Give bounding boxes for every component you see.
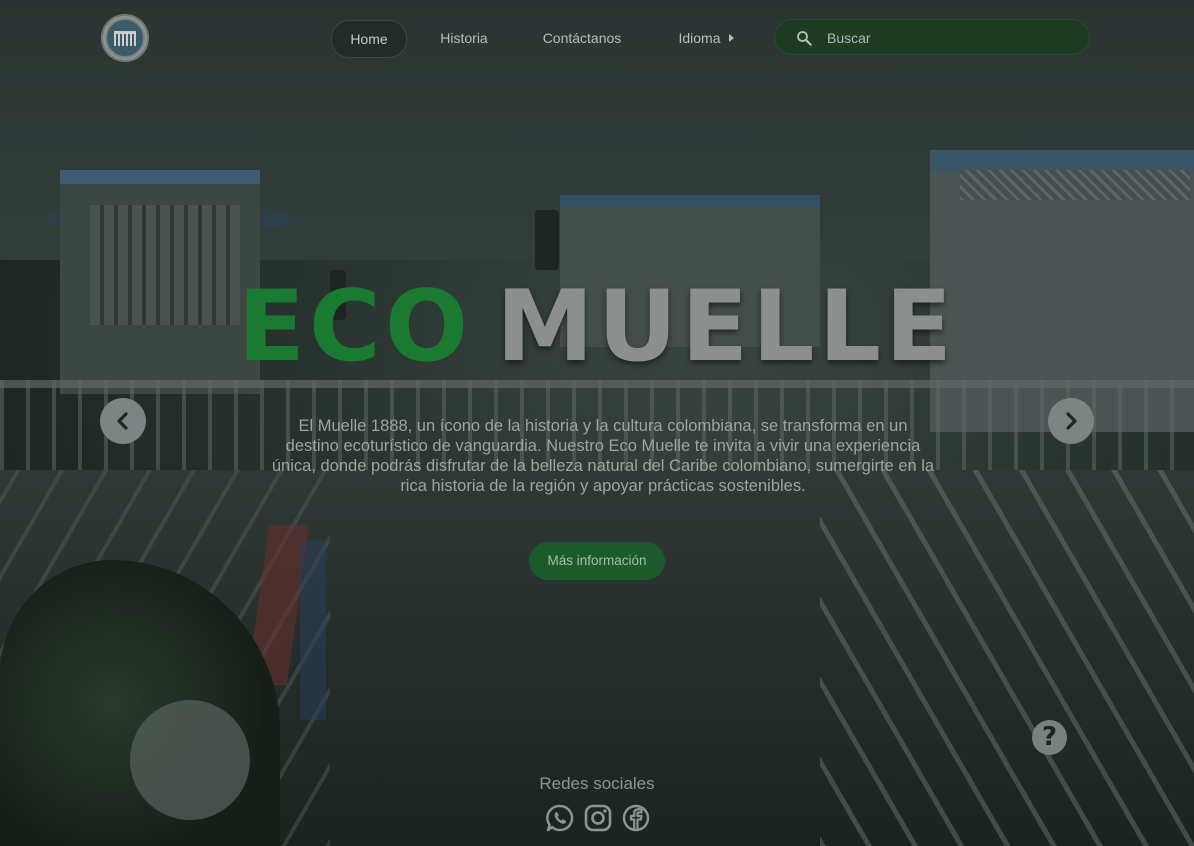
site-logo[interactable] <box>101 14 149 62</box>
search-icon[interactable] <box>795 29 813 47</box>
chevron-left-icon <box>117 412 128 430</box>
search-input[interactable] <box>825 20 1079 56</box>
caret-right-icon <box>728 34 734 43</box>
nav-contactanos-link[interactable]: Contáctanos <box>532 20 632 56</box>
instagram-icon[interactable] <box>583 803 613 833</box>
social-links <box>545 803 651 833</box>
carousel-next-button[interactable] <box>1048 398 1094 444</box>
search-bar <box>774 19 1090 56</box>
whatsapp-icon[interactable] <box>545 803 575 833</box>
hero-title-eco: ECO <box>237 270 473 384</box>
hero-description: El Muelle 1888, un ícono de la historia … <box>271 417 935 495</box>
nav-historia-link[interactable]: Historia <box>430 20 498 56</box>
nav-home-link[interactable]: Home <box>331 20 407 58</box>
social-section-title: Redes sociales <box>539 774 655 793</box>
facebook-icon[interactable] <box>621 803 651 833</box>
more-info-button[interactable]: Más información <box>529 542 665 580</box>
help-button[interactable]: ? <box>1032 720 1067 755</box>
nav-idioma-label: Idioma <box>678 30 721 46</box>
pier-building-icon <box>114 30 136 46</box>
top-navigation: Home Historia Contáctanos Idioma <box>0 0 1194 76</box>
hero-title-muelle: MUELLE <box>496 270 957 384</box>
chevron-right-icon <box>1066 412 1077 430</box>
logo-emblem <box>105 18 145 58</box>
nav-idioma-dropdown[interactable]: Idioma <box>670 20 742 56</box>
hero-title: ECO MUELLE <box>0 272 1194 382</box>
carousel-prev-button[interactable] <box>100 398 146 444</box>
